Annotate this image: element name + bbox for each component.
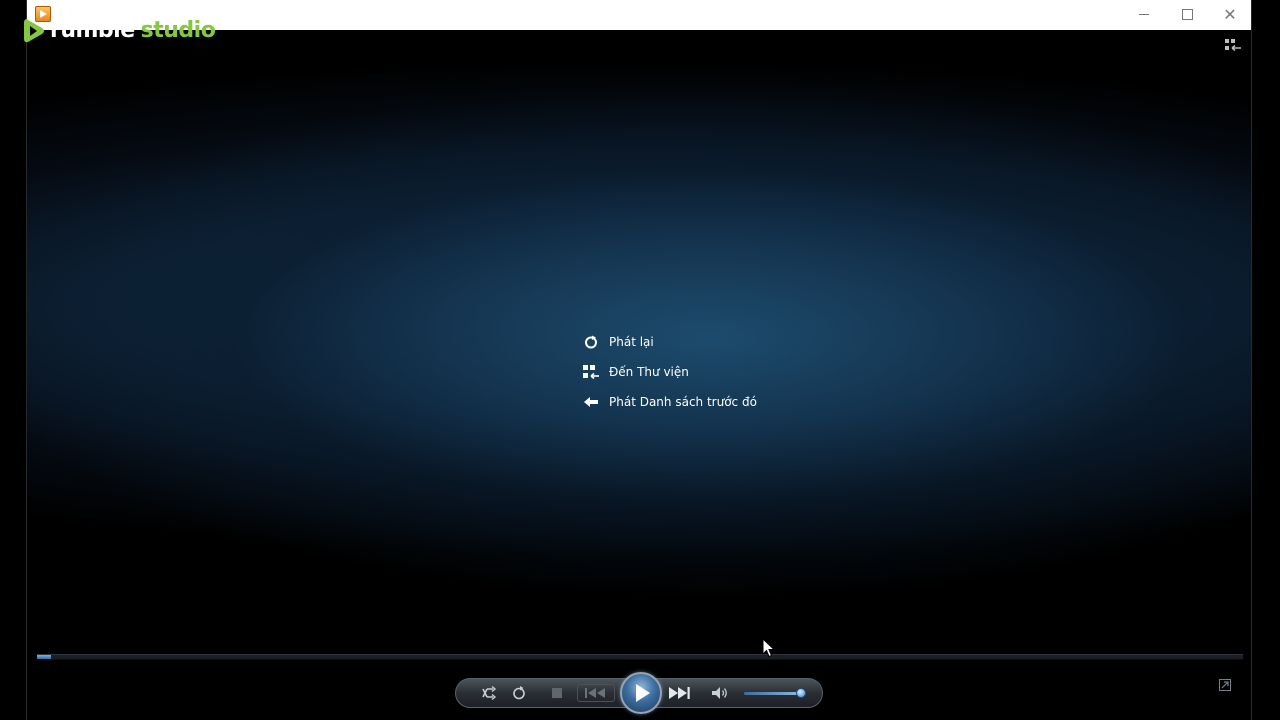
previous-button[interactable] bbox=[577, 684, 615, 702]
speaker-icon[interactable] bbox=[709, 683, 731, 703]
seek-progress bbox=[37, 655, 52, 659]
replay-label: Phát lại bbox=[609, 335, 654, 349]
seek-bar[interactable] bbox=[37, 654, 1243, 660]
play-previous-list-menu-item[interactable]: Phát Danh sách trước đó bbox=[583, 387, 757, 417]
rumble-studio-watermark: rumble studio bbox=[22, 16, 216, 46]
library-icon bbox=[583, 365, 599, 380]
close-button[interactable]: ✕ bbox=[1208, 0, 1251, 30]
screen: ✕ Phát lại Đến Thư viện Phát Danh sách t… bbox=[0, 0, 1280, 720]
go-to-library-label: Đến Thư viện bbox=[609, 365, 689, 379]
switch-to-library-button[interactable] bbox=[1225, 39, 1241, 51]
previous-icon bbox=[585, 688, 605, 698]
stop-icon[interactable] bbox=[546, 683, 568, 703]
watermark-brand: rumble bbox=[50, 18, 135, 43]
maximize-button[interactable] bbox=[1165, 0, 1209, 30]
go-to-library-menu-item[interactable]: Đến Thư viện bbox=[583, 357, 757, 387]
rumble-logo-icon bbox=[24, 19, 44, 43]
switch-to-now-playing-button[interactable] bbox=[1219, 679, 1231, 691]
replay-icon bbox=[585, 335, 597, 349]
next-icon[interactable] bbox=[667, 683, 693, 703]
close-icon: ✕ bbox=[1223, 5, 1237, 24]
watermark-product: studio bbox=[140, 18, 216, 43]
back-arrow-icon bbox=[584, 397, 598, 407]
minimize-button[interactable] bbox=[1122, 0, 1166, 30]
watermark-text: rumble studio bbox=[50, 17, 216, 45]
play-previous-list-label: Phát Danh sách trước đó bbox=[609, 395, 757, 409]
play-button[interactable] bbox=[620, 672, 662, 714]
media-player-window: ✕ Phát lại Đến Thư viện Phát Danh sách t… bbox=[26, 0, 1252, 720]
shuffle-icon[interactable] bbox=[478, 683, 500, 703]
volume-thumb[interactable] bbox=[796, 688, 807, 698]
mouse-cursor-icon bbox=[762, 638, 776, 658]
replay-menu-item[interactable]: Phát lại bbox=[583, 327, 757, 357]
end-of-playback-menu: Phát lại Đến Thư viện Phát Danh sách trư… bbox=[583, 327, 757, 417]
repeat-icon[interactable] bbox=[508, 683, 530, 703]
